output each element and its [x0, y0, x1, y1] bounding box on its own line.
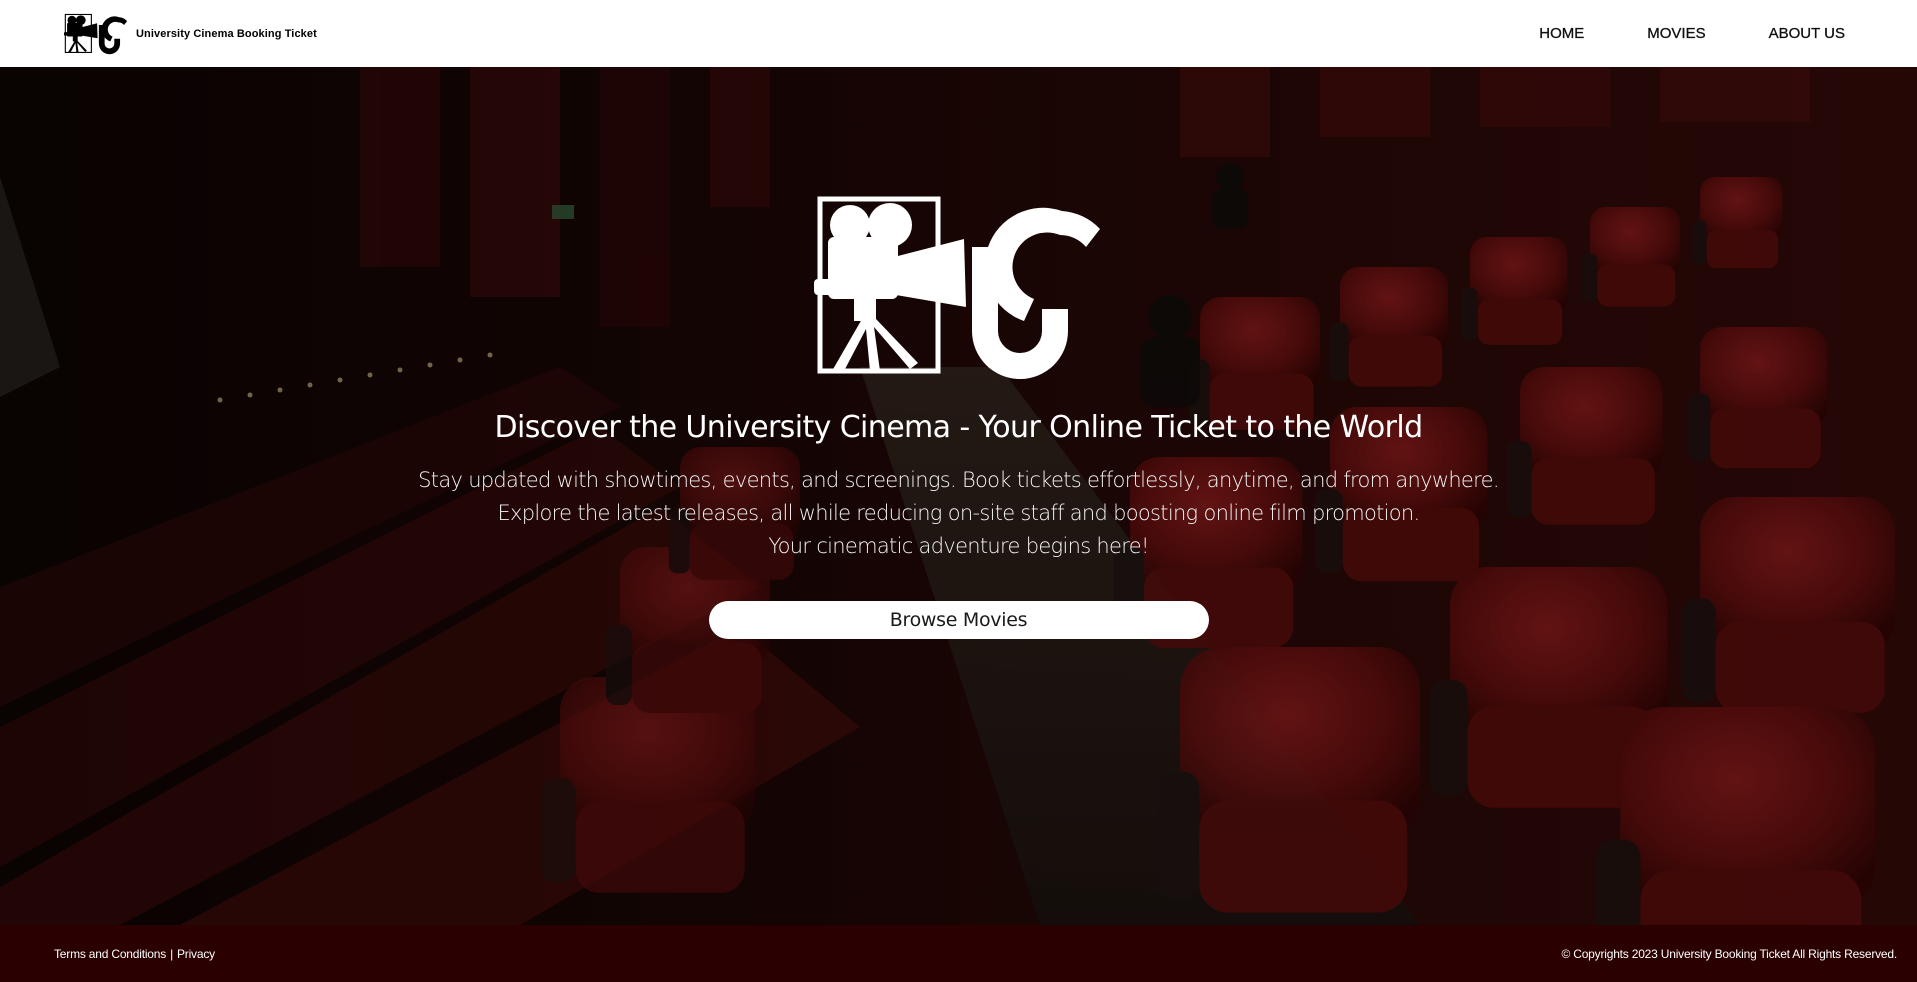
- brand-home-link[interactable]: University Cinema Booking Ticket: [64, 12, 317, 56]
- hero-description-line: Your cinematic adventure begins here!: [768, 534, 1149, 558]
- hero-content: Discover the University Cinema - Your On…: [0, 67, 1917, 925]
- hero-description-line: Stay updated with showtimes, events, and…: [418, 468, 1499, 492]
- site-header: University Cinema Booking Ticket HOME MO…: [0, 0, 1917, 67]
- nav-about-us-link[interactable]: ABOUT US: [1768, 25, 1845, 42]
- film-camera-uc-logo-icon: [813, 196, 1100, 379]
- nav-home-link[interactable]: HOME: [1539, 25, 1584, 42]
- hero-section: Discover the University Cinema - Your On…: [0, 67, 1917, 925]
- footer-links: Terms and Conditions | Privacy: [54, 947, 215, 961]
- terms-link[interactable]: Terms and Conditions: [54, 947, 166, 961]
- hero-title: Discover the University Cinema - Your On…: [494, 410, 1423, 445]
- nav-movies-link[interactable]: MOVIES: [1647, 25, 1706, 42]
- hero-description-line: Explore the latest releases, all while r…: [497, 501, 1420, 525]
- site-footer: Terms and Conditions | Privacy © Copyrig…: [0, 925, 1917, 982]
- browse-movies-button[interactable]: Browse Movies: [708, 601, 1209, 639]
- film-camera-uc-logo-icon: [64, 13, 128, 54]
- copyright-text: © Copyrights 2023 University Booking Tic…: [1561, 946, 1897, 961]
- brand-name: University Cinema Booking Ticket: [136, 27, 317, 40]
- footer-separator: |: [170, 946, 173, 961]
- hero-description: Stay updated with showtimes, events, and…: [418, 464, 1499, 563]
- main-nav: HOME MOVIES ABOUT US: [1539, 25, 1845, 42]
- privacy-link[interactable]: Privacy: [177, 947, 215, 961]
